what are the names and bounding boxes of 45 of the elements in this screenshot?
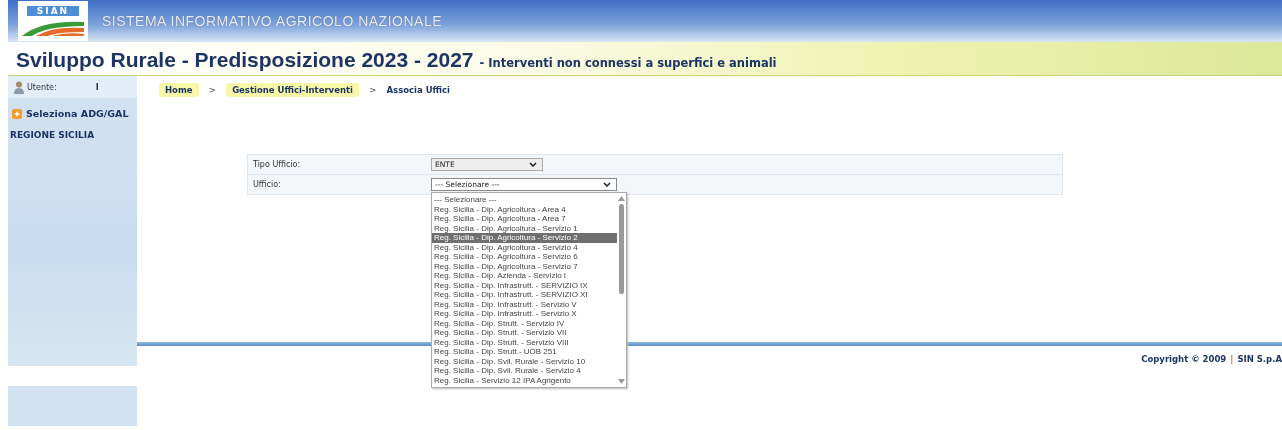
dropdown-option[interactable]: Reg. Sicilia - Dip. Agricoltura - Servizio 7 (432, 261, 617, 271)
plus-icon (12, 108, 22, 119)
dropdown-option[interactable]: Reg. Sicilia - Dip. Svil. Rurale - Servizio 10 (432, 356, 617, 366)
dropdown-option[interactable]: Reg. Sicilia - Dip. Infrastrutt. - Servizio X (432, 309, 617, 319)
dropdown-option[interactable]: Reg. Sicilia - Dip. Azienda - Servizio I (432, 271, 617, 281)
breadcrumb-link[interactable]: Home (159, 83, 199, 97)
company-name: SIN S.p.A (1237, 354, 1282, 364)
select-adg-link[interactable]: Seleziona ADG/GAL (26, 108, 129, 119)
dropdown-option[interactable]: Reg. Sicilia - Dip. Strutt. - Servizio VIII (432, 337, 617, 347)
chevron-down-icon (603, 182, 611, 187)
page-subtitle: - Interventi non connessi a superfici e animali (479, 56, 777, 70)
user-value: I (95, 82, 99, 92)
dropdown-option[interactable]: Reg. Sicilia - Dip. Agricoltura - Servizio 6 (432, 252, 617, 262)
breadcrumb-separator: > (368, 85, 377, 95)
dropdown-option[interactable]: Reg. Sicilia - Dip. Agricoltura - Servizio 4 (432, 242, 617, 252)
logo-text: SIAN (26, 6, 80, 16)
dropdown-option[interactable]: Reg. Sicilia - Dip. Agricoltura - Servizio 1 (432, 223, 617, 233)
scrollbar[interactable] (617, 193, 626, 387)
field-label: Tipo Ufficio: (252, 160, 302, 169)
dropdown-option[interactable]: Reg. Sicilia - Dip. Infrastrutt. - SERVIZIO XI (432, 290, 617, 300)
system-name: SISTEMA INFORMATIVO AGRICOLO NAZIONALE (102, 13, 442, 29)
scroll-down-arrow-icon[interactable] (618, 379, 625, 384)
footer-separator: | (1230, 354, 1234, 364)
dropdown-option[interactable]: --- Selezionare --- (432, 195, 617, 205)
page-title: Sviluppo Rurale - Predisposizione 2023 - 2027 (16, 48, 474, 72)
dropdown-option[interactable]: Reg. Sicilia - Dip. Infrastrutt. - Servizio V (432, 299, 617, 309)
breadcrumb-current: Associa Uffici (386, 85, 451, 95)
chevron-down-icon (529, 162, 537, 167)
dropdown-option[interactable]: Reg. Sicilia - Servizio 12 IPA Agrigento (432, 375, 617, 385)
dropdown-option[interactable]: Reg. Sicilia - Dip. Agricoltura - Servizio 2 (432, 233, 617, 243)
dropdown-option[interactable]: Reg. Sicilia - Dip. Strutt. - Servizio VII (432, 328, 617, 338)
dropdown-option[interactable]: Reg. Sicilia - Dip. Svil. Rurale - Servizio 4 (432, 366, 617, 376)
dropdown-option[interactable]: Reg. Sicilia - Dip. Infrastrutt. - SERVIZIO IX (432, 280, 617, 290)
region-label: REGIONE SICILIA (9, 129, 96, 140)
breadcrumb-link[interactable]: Gestione Uffici-Interventi (226, 83, 359, 97)
dropdown-option[interactable]: Reg. Sicilia - Dip. Strutt.- UOB 251 (432, 347, 617, 357)
dropdown-option[interactable]: Reg. Sicilia - Dip. Agricoltura - Area 4 (432, 204, 617, 214)
copyright-text: Copyright © 2009 (1141, 354, 1227, 364)
dropdown-option[interactable]: Reg. Sicilia - Dip. Agricoltura - Area 7 (432, 214, 617, 224)
breadcrumb-separator: > (208, 85, 217, 95)
scroll-up-arrow-icon[interactable] (618, 196, 625, 201)
user-label: Utente: (27, 82, 57, 92)
user-icon (14, 80, 24, 94)
dropdown-option[interactable]: Reg. Sicilia - Dip. Strutt. - Servizio IV (432, 318, 617, 328)
field-label: Ufficio: (252, 180, 282, 189)
